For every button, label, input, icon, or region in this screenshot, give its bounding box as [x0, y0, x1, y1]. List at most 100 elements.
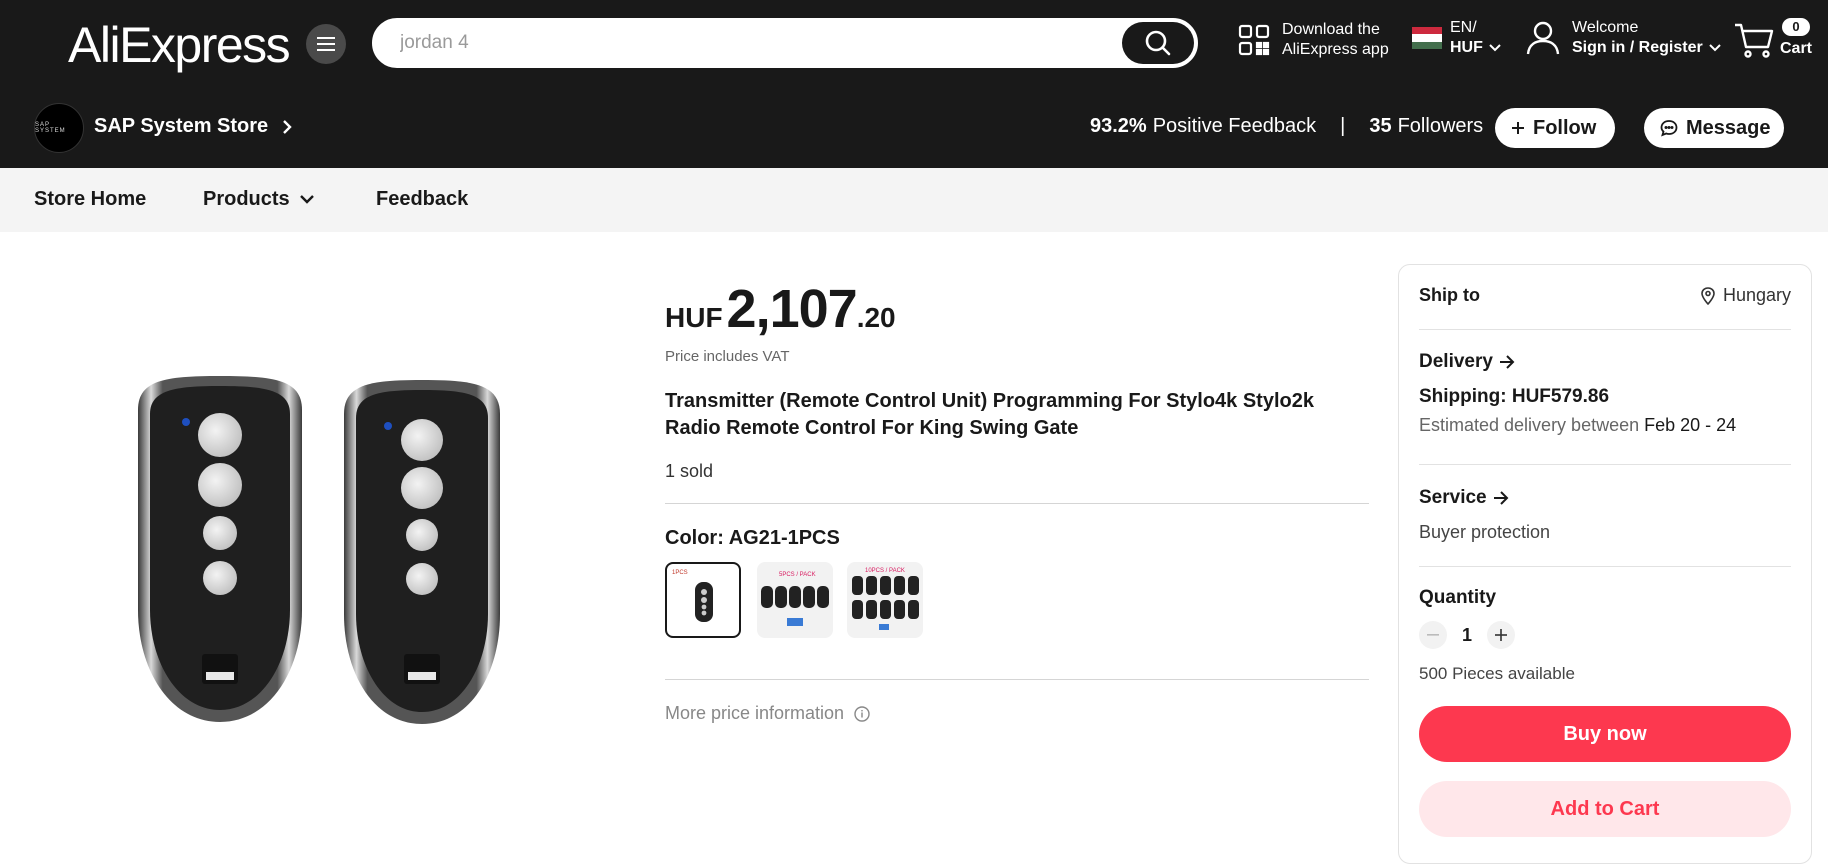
sold-count: 1 sold: [665, 461, 714, 481]
arrow-right-icon: [1499, 355, 1515, 369]
search-bar: [372, 18, 1198, 68]
store-stats: 93.2% Positive Feedback | 35 Followers: [1090, 115, 1483, 138]
ship-to-country: Hungary: [1722, 285, 1791, 305]
product-title: Transmitter (Remote Control Unit) Progra…: [665, 390, 1314, 439]
delivery-link[interactable]: Delivery: [1419, 351, 1515, 373]
chat-bubble-icon: [1660, 119, 1678, 137]
store-name-link[interactable]: SAP System Store: [94, 115, 292, 138]
pieces-available: 500 Pieces available: [1419, 664, 1575, 683]
download-app-link[interactable]: Download the AliExpress app: [1238, 20, 1389, 60]
color-swatch-5pcs-pack[interactable]: 5PCS / PACK: [757, 562, 833, 638]
arrow-right-icon: [1493, 491, 1509, 505]
buyer-protection: Buyer protection: [1419, 522, 1551, 542]
language-currency-text: EN/ HUF: [1450, 18, 1501, 58]
nav-feedback[interactable]: Feedback: [376, 188, 468, 211]
color-swatch-1pcs[interactable]: 1PCS: [665, 562, 741, 638]
followers-label: Followers: [1397, 115, 1484, 137]
quantity-decrease-button[interactable]: [1419, 621, 1447, 649]
currency-label: HUF: [1450, 39, 1483, 56]
product-price: HUF 2,107 .20: [665, 278, 896, 340]
price-main: 2,107: [726, 279, 858, 339]
quantity-increase-button[interactable]: [1487, 621, 1515, 649]
price-decimal: .20: [856, 302, 896, 333]
nav-products-label: Products: [203, 188, 290, 210]
plus-icon: [1495, 629, 1507, 641]
store-logo[interactable]: SAP SYSTEM: [34, 103, 84, 153]
more-price-label: More price information: [665, 703, 845, 723]
follow-label: Follow: [1533, 116, 1597, 139]
swatch-label: 10PCS / PACK: [865, 568, 905, 574]
store-bar: SAP SYSTEM SAP System Store 93.2% Positi…: [0, 88, 1828, 168]
qr-code-icon: [1238, 24, 1270, 56]
nav-store-home[interactable]: Store Home: [34, 188, 146, 211]
language-currency-selector[interactable]: EN/ HUF: [1412, 18, 1501, 58]
message-label: Message: [1686, 116, 1771, 139]
service-link[interactable]: Service: [1419, 487, 1509, 509]
ship-to-country-selector[interactable]: Hungary: [1701, 285, 1791, 306]
cart-button[interactable]: 0 Cart: [1734, 18, 1824, 68]
divider: [1419, 566, 1791, 567]
sign-in-register-link[interactable]: Sign in / Register: [1572, 38, 1703, 58]
divider: [1419, 329, 1791, 330]
account-text: Welcome Sign in / Register: [1572, 18, 1721, 58]
more-price-information[interactable]: More price information: [665, 703, 870, 724]
chevron-down-icon: [299, 195, 314, 204]
stats-separator: |: [1340, 115, 1346, 137]
shipping-cost: Shipping: HUF579.86: [1419, 386, 1610, 407]
user-icon: [1526, 20, 1560, 56]
follow-button[interactable]: Follow: [1495, 108, 1615, 148]
product-main-image[interactable]: [120, 370, 520, 730]
store-name: SAP System Store: [94, 115, 269, 137]
store-nav: Store Home Products Feedback: [0, 168, 1828, 232]
hamburger-icon: [317, 37, 335, 51]
divider: [665, 503, 1369, 504]
cart-count-badge: 0: [1782, 18, 1810, 36]
categories-menu-button[interactable]: [306, 24, 346, 64]
add-to-cart-button[interactable]: Add to Cart: [1419, 781, 1791, 837]
price-currency: HUF: [665, 302, 723, 333]
positive-feedback-label: Positive Feedback: [1152, 115, 1317, 137]
ship-to-label: Ship to: [1419, 285, 1480, 305]
divider: [1419, 464, 1791, 465]
search-icon: [1144, 29, 1172, 57]
positive-feedback-percent: 93.2%: [1090, 115, 1147, 137]
message-button[interactable]: Message: [1644, 108, 1784, 148]
hungary-flag-icon: [1412, 27, 1442, 49]
estimated-delivery-dates: Feb 20 - 24: [1644, 415, 1737, 435]
top-header: AliExpress Download the AliExpress app: [0, 0, 1828, 88]
estimated-delivery: Estimated delivery between Feb 20 - 24: [1419, 415, 1736, 436]
download-app-line1: Download the: [1282, 21, 1380, 38]
remote-right: [344, 380, 500, 724]
quantity-title: Quantity: [1419, 587, 1497, 608]
welcome-label: Welcome: [1572, 19, 1639, 36]
account-menu[interactable]: Welcome Sign in / Register: [1526, 18, 1721, 58]
estimated-delivery-label: Estimated delivery between: [1419, 415, 1640, 435]
plus-icon: [1511, 121, 1525, 135]
info-icon: [854, 705, 870, 722]
shopping-cart-icon: [1734, 22, 1774, 58]
cart-label: Cart: [1780, 40, 1813, 57]
chevron-right-icon: [282, 119, 292, 135]
swatch-label: 1PCS: [672, 570, 688, 576]
purchase-panel: Ship to Hungary Delivery Shipping: HUF57…: [1398, 264, 1812, 864]
download-app-line2: AliExpress app: [1282, 41, 1389, 58]
search-button[interactable]: [1122, 22, 1194, 64]
chevron-down-icon: [1489, 44, 1501, 52]
swatch-label: 5PCS / PACK: [779, 572, 816, 578]
search-input[interactable]: [400, 30, 1120, 56]
color-swatch-10pcs-pack[interactable]: 10PCS / PACK: [847, 562, 923, 638]
aliexpress-logo[interactable]: AliExpress: [68, 16, 291, 74]
location-pin-icon: [1701, 286, 1715, 305]
quantity-value[interactable]: 1: [1447, 625, 1487, 646]
followers-count: 35: [1369, 115, 1392, 137]
chevron-down-icon: [1708, 44, 1721, 52]
nav-products[interactable]: Products: [203, 188, 314, 211]
remote-left: [138, 376, 302, 722]
delivery-title: Delivery: [1419, 351, 1493, 372]
vat-note: Price includes VAT: [665, 348, 790, 365]
download-app-text: Download the AliExpress app: [1282, 20, 1389, 60]
buy-now-button[interactable]: Buy now: [1419, 706, 1791, 762]
quantity-stepper: 1: [1419, 621, 1515, 649]
color-label: Color: AG21-1PCS: [665, 527, 840, 549]
minus-icon: [1427, 634, 1439, 636]
